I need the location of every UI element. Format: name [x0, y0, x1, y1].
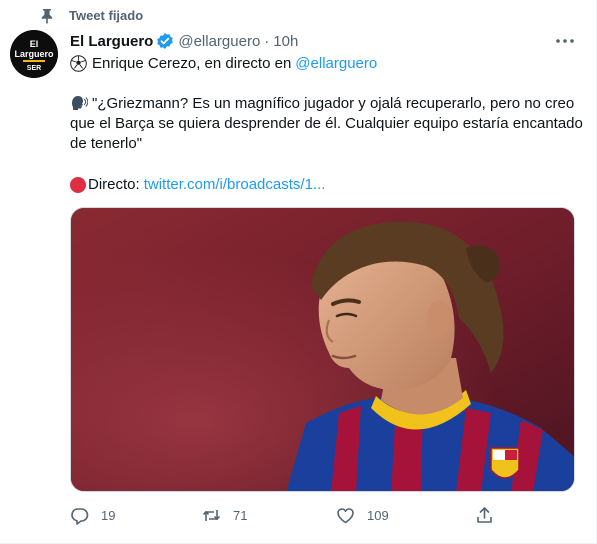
like-button[interactable]: 109 [336, 504, 389, 526]
separator: · [264, 32, 270, 50]
mention-link[interactable]: @ellarguero [295, 55, 377, 72]
share-icon [475, 506, 494, 525]
red-circle-icon [70, 176, 86, 193]
reply-button[interactable]: 19 [70, 504, 115, 526]
speaking-head-icon [70, 94, 89, 110]
soccer-ball-icon [70, 55, 87, 72]
retweet-button[interactable]: 71 [202, 504, 247, 526]
intro-text: Enrique Cerezo, en directo en [92, 55, 292, 72]
timestamp[interactable]: 10h [273, 33, 298, 50]
tweet-actions: 19 71 109 [70, 504, 500, 526]
live-label: Directo: [88, 176, 140, 193]
tweet-media-image[interactable] [70, 207, 575, 492]
reply-icon [70, 506, 89, 525]
quote-text: "¿Griezmann? Es un magnífico jugador y o… [70, 95, 583, 152]
tweet-header: El Larguero @ellarguero · 10h [70, 30, 298, 52]
avatar-brand: SER [27, 65, 41, 72]
pinned-label: Tweet fijado [69, 8, 144, 23]
tweet-card[interactable]: Tweet fijado El Larguero SER El Larguero… [0, 0, 597, 544]
tweet-quote: "¿Griezmann? Es un magnífico jugador y o… [70, 94, 585, 154]
live-line: Directo: twitter.com/i/broadcasts/1... [70, 176, 325, 193]
more-options-icon[interactable] [554, 33, 576, 49]
verified-icon [156, 32, 174, 50]
reply-count: 19 [101, 507, 116, 523]
broadcast-link[interactable]: twitter.com/i/broadcasts/1... [144, 176, 326, 193]
display-name[interactable]: El Larguero [70, 33, 153, 50]
avatar[interactable]: El Larguero SER [10, 30, 58, 78]
pinned-indicator: Tweet fijado [40, 6, 143, 26]
handle[interactable]: @ellarguero [178, 33, 260, 50]
avatar-text-line2: Larguero [14, 49, 54, 59]
share-button[interactable] [475, 504, 494, 526]
like-count: 109 [367, 507, 389, 523]
retweet-count: 71 [233, 507, 248, 523]
pin-icon [40, 8, 54, 24]
avatar-text-line1: El [30, 39, 39, 49]
heart-icon [336, 506, 355, 525]
tweet-line-intro: Enrique Cerezo, en directo en @ellarguer… [70, 55, 377, 72]
retweet-icon [202, 506, 221, 525]
